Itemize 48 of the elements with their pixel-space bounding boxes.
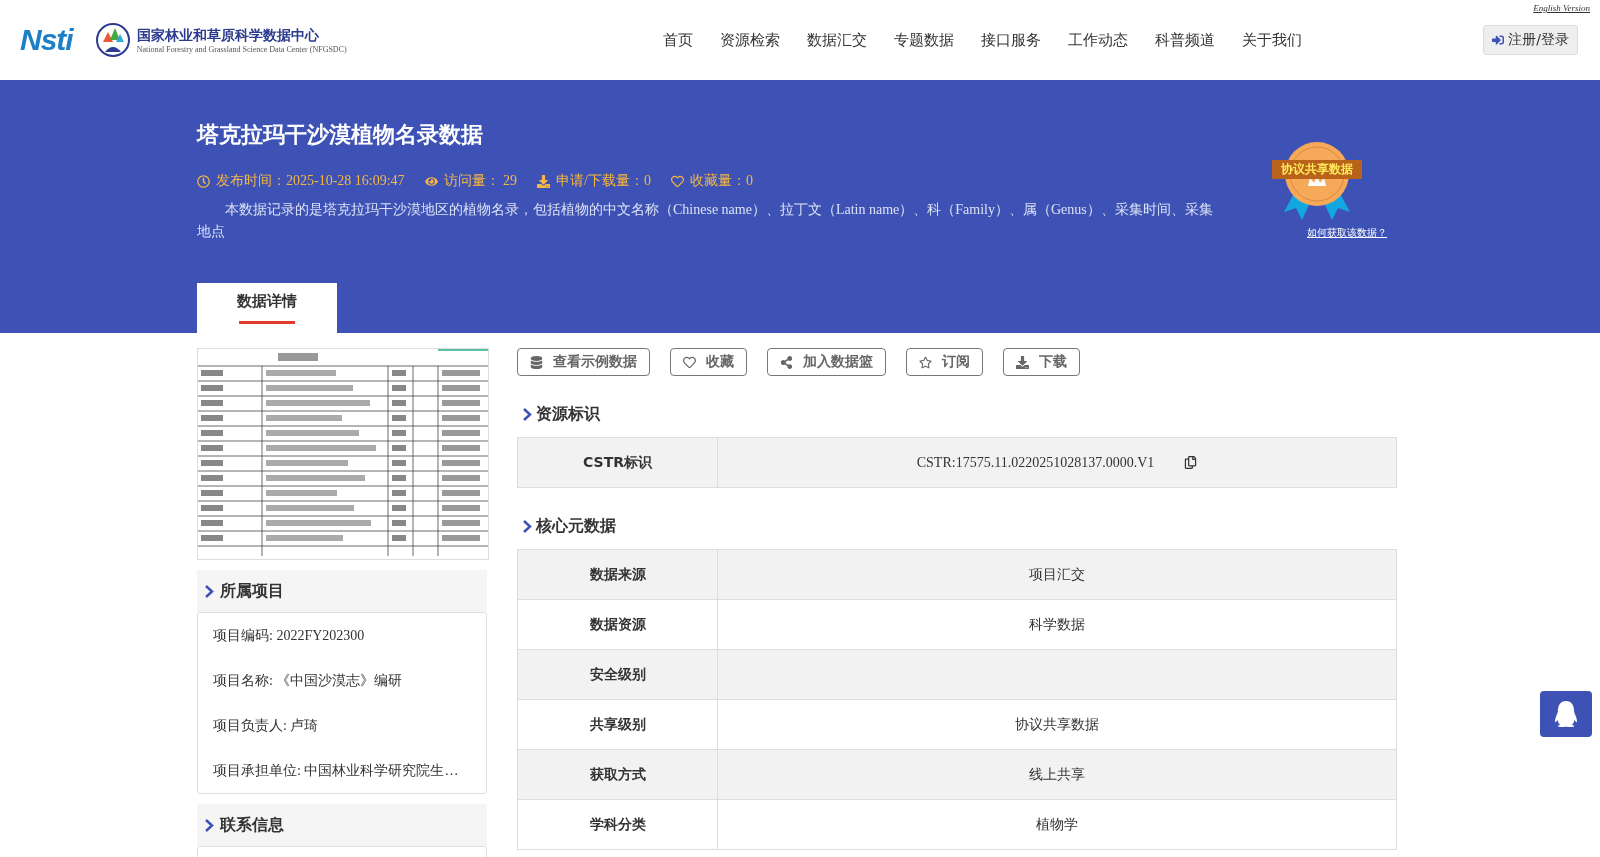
logo[interactable]: Nsti (20, 23, 73, 57)
nav-link[interactable]: 专题数据 (894, 30, 954, 50)
field-label: CSTR标识 (518, 438, 718, 487)
field-value: 线上共享 (1029, 765, 1085, 784)
meta-stat: 收藏量：0 (671, 172, 753, 190)
nav-link[interactable]: 接口服务 (981, 30, 1041, 50)
center-name: 国家林业和草原科学数据中心 (136, 26, 320, 45)
nav-link[interactable]: 数据汇交 (807, 30, 867, 50)
meta-stat: 申请/下载量：0 (537, 172, 651, 190)
section-title: 核心元数据 (536, 516, 616, 537)
center-name-english: National Forestry and Grassland Science Data Center (NFGSDC) (136, 44, 347, 54)
info-line: 项目负责人: 卢琦 (213, 717, 320, 735)
meta-stat: 发布时间：2025-10-28 16:09:47 (197, 172, 405, 190)
field-label: 获取方式 (518, 750, 718, 799)
field-value: CSTR:17575.11.0220251028137.0000.V1 (916, 454, 1155, 471)
nav-link[interactable]: 工作动态 (1068, 30, 1128, 50)
action-button[interactable]: 收藏 (670, 348, 747, 376)
login-button[interactable]: 注册/登录 (1483, 25, 1578, 55)
nav-link[interactable]: 关于我们 (1242, 30, 1302, 50)
section-title: 所属项目 (220, 580, 284, 602)
field-label: 安全级别 (518, 650, 718, 699)
field-label: 学科分类 (518, 800, 718, 849)
dataset-description: 本数据记录的是塔克拉玛干沙漠地区的植物名录，包括植物的中文名称（Chinese name）、拉丁文（Latin name）、科（Family）、属（Genus）、采集时间、采集地点 (197, 201, 1214, 241)
info-line: 项目编码: 2022FY202300 (213, 627, 366, 645)
field-label: 数据资源 (518, 600, 718, 649)
action-button[interactable]: 订阅 (906, 348, 983, 376)
field-value: 科学数据 (1029, 615, 1085, 634)
section-title: 资源标识 (536, 404, 600, 425)
field-value: 植物学 (1036, 815, 1078, 834)
action-button[interactable]: 下载 (1003, 348, 1080, 376)
nav-link[interactable]: 首页 (663, 30, 693, 50)
tab[interactable]: 数据详情 (197, 283, 337, 333)
action-button[interactable]: 查看示例数据 (517, 348, 650, 376)
dataset-title: 塔克拉玛干沙漠植物名录数据 (197, 121, 484, 149)
meta-stat: 访问量： 29 (424, 172, 518, 190)
section-title: 联系信息 (220, 814, 284, 836)
field-label: 数据来源 (518, 550, 718, 599)
english-version-link[interactable]: English Version (1533, 3, 1590, 13)
nav-link[interactable]: 资源检索 (720, 30, 780, 50)
info-line: 项目承担单位: 中国林业科学研究院生… (213, 762, 460, 780)
nav-link[interactable]: 科普频道 (1155, 30, 1215, 50)
badge-label: 协议共享数据 (1272, 160, 1362, 179)
field-value: 协议共享数据 (1015, 715, 1099, 734)
field-value: 项目汇交 (1029, 565, 1085, 584)
field-label: 共享级别 (518, 700, 718, 749)
how-to-get-link[interactable]: 如何获取该数据？ (1307, 226, 1387, 240)
info-line: 项目名称: 《中国沙漠志》编研 (213, 672, 404, 690)
action-button[interactable]: 加入数据篮 (767, 348, 886, 376)
